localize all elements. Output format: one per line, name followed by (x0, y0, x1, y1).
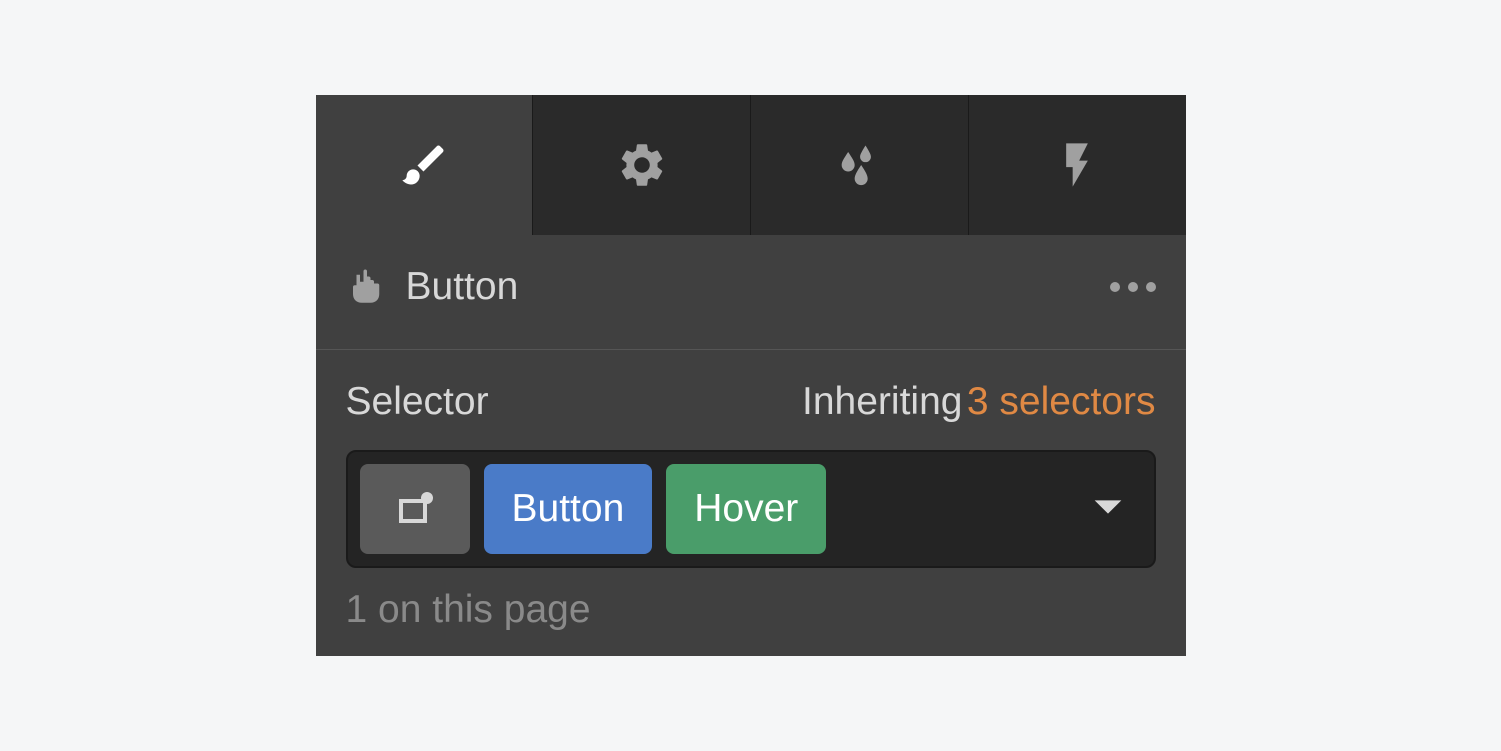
gear-icon (616, 139, 668, 191)
style-panel: Button Selector Inheriting 3 selectors B… (316, 95, 1186, 656)
panel-tabs (316, 95, 1186, 235)
selector-input[interactable]: Button Hover (346, 450, 1156, 568)
state-chip[interactable]: Hover (666, 464, 826, 554)
selector-target-button[interactable] (360, 464, 470, 554)
tab-settings[interactable] (533, 95, 751, 235)
pointer-icon (346, 266, 388, 308)
inheriting-label: Inheriting (802, 380, 962, 423)
bolt-icon (1051, 139, 1103, 191)
tab-style[interactable] (316, 95, 534, 235)
selector-title: Selector (346, 380, 489, 424)
class-chip[interactable]: Button (484, 464, 653, 554)
inheriting-count-link[interactable]: 3 selectors (967, 380, 1156, 423)
selector-page-count: 1 on this page (346, 588, 1156, 632)
tab-interactions[interactable] (969, 95, 1186, 235)
droplets-icon (833, 139, 885, 191)
selector-header: Selector Inheriting 3 selectors (346, 380, 1156, 424)
chevron-down-icon (1092, 497, 1124, 517)
selector-section: Selector Inheriting 3 selectors Button H… (316, 350, 1186, 656)
element-header: Button (316, 235, 1186, 350)
tab-effects[interactable] (751, 95, 969, 235)
selector-states-dropdown[interactable] (1092, 497, 1124, 522)
target-rect-icon (391, 485, 439, 533)
element-type-label: Button (406, 265, 1110, 309)
more-menu-button[interactable] (1110, 282, 1156, 292)
brush-icon (398, 139, 450, 191)
inheriting-group: Inheriting 3 selectors (802, 380, 1155, 424)
